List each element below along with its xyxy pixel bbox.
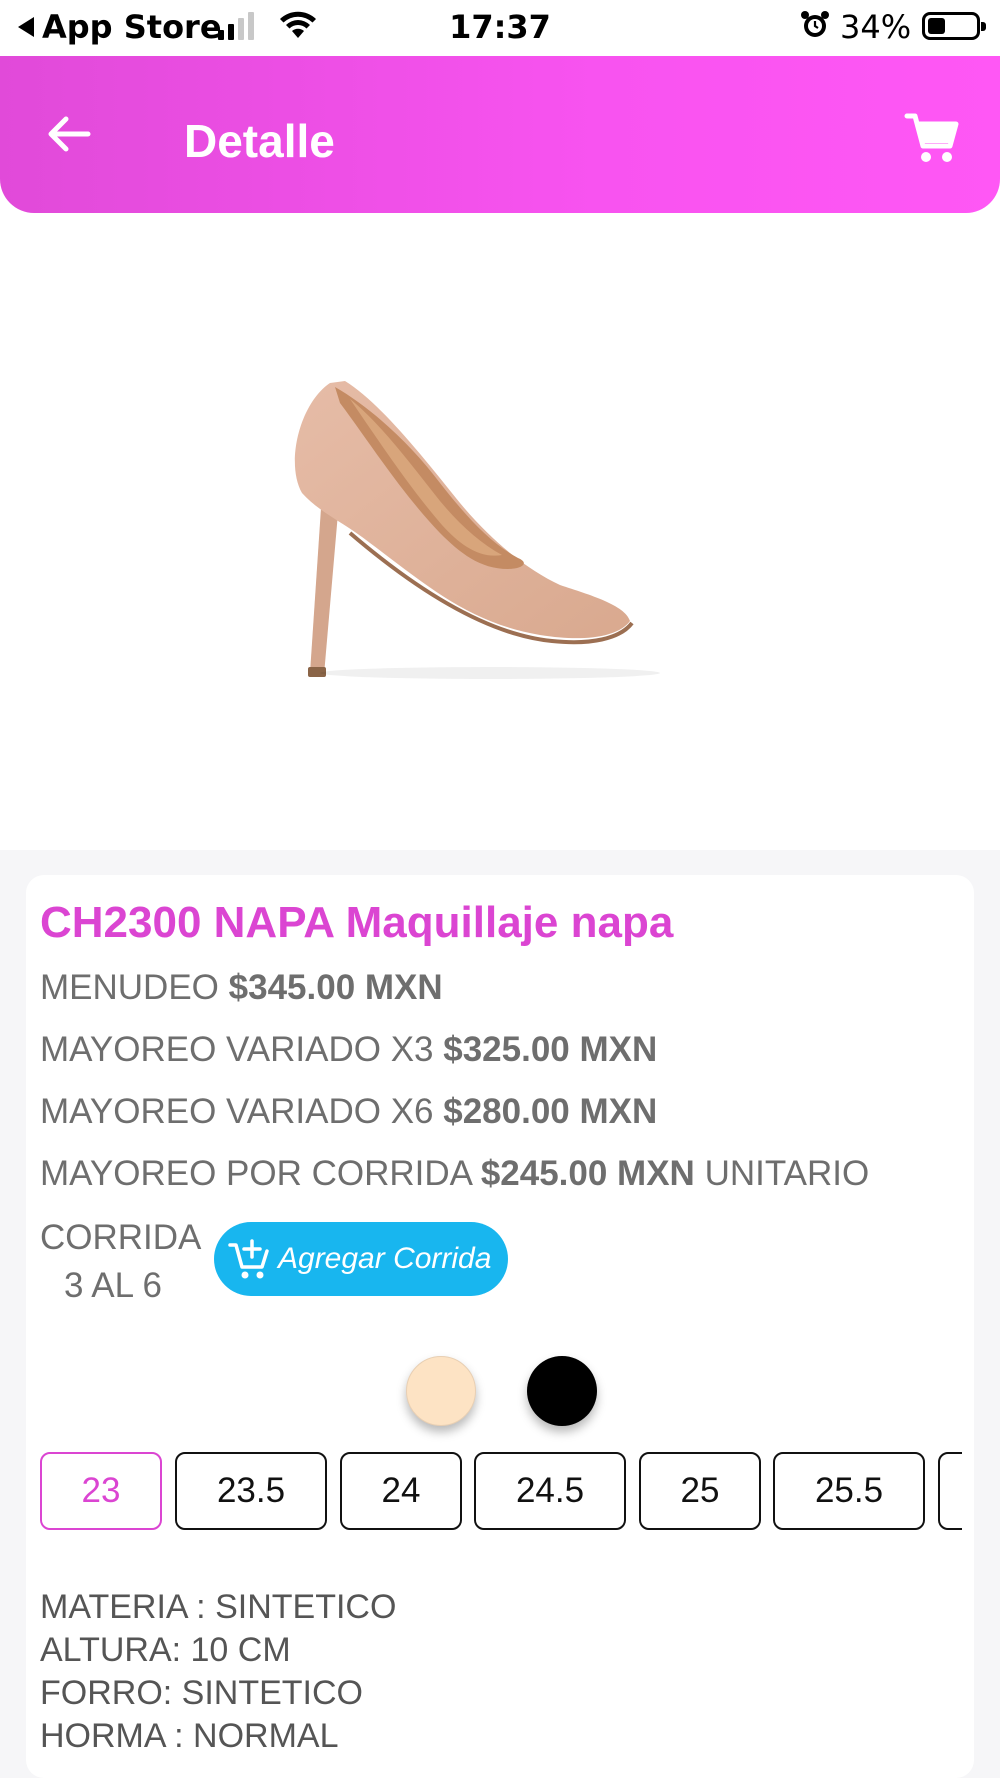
- spec-forro: FORRO: SINTETICO: [40, 1674, 363, 1712]
- price-mayoreo-x3: MAYOREO VARIADO X3 $325.00 MXN: [40, 1030, 658, 1069]
- size-option[interactable]: 25.5: [773, 1452, 925, 1530]
- product-image-area: [0, 213, 1000, 850]
- shopping-cart-icon[interactable]: [904, 110, 960, 166]
- add-corrida-label: Agregar Corrida: [278, 1242, 492, 1275]
- size-option[interactable]: 23: [40, 1452, 162, 1530]
- add-corrida-button[interactable]: Agregar Corrida: [214, 1222, 508, 1296]
- product-title: CH2300 NAPA Maquillaje napa: [40, 898, 674, 947]
- battery-icon: [922, 12, 986, 40]
- size-option[interactable]: 24: [340, 1452, 462, 1530]
- spec-horma: HORMA : NORMAL: [40, 1717, 339, 1755]
- battery-percent: 34%: [840, 8, 912, 46]
- status-bar: App Store 17:37 34%: [0, 0, 1000, 56]
- corrida-label: CORRIDA: [40, 1218, 202, 1257]
- app-bar: Detalle: [0, 56, 1000, 213]
- price-mayoreo-x6: MAYOREO VARIADO X6 $280.00 MXN: [40, 1092, 658, 1131]
- size-option[interactable]: 23.5: [175, 1452, 327, 1530]
- spec-altura: ALTURA: 10 CM: [40, 1631, 291, 1669]
- spec-materia: MATERIA : SINTETICO: [40, 1588, 397, 1626]
- alarm-icon: [801, 11, 829, 37]
- size-option[interactable]: [938, 1452, 962, 1530]
- color-swatch-black[interactable]: [527, 1356, 597, 1426]
- color-swatch-nude[interactable]: [406, 1356, 476, 1426]
- add-to-cart-icon: [228, 1239, 269, 1279]
- corrida-range: 3 AL 6: [64, 1266, 162, 1305]
- page-title: Detalle: [184, 115, 335, 167]
- size-option[interactable]: 24.5: [474, 1452, 626, 1530]
- price-mayoreo-corrida: MAYOREO POR CORRIDA $245.00 MXN UNITARIO: [40, 1154, 870, 1193]
- price-menudeo: MENUDEO $345.00 MXN: [40, 968, 443, 1007]
- product-shoe-image[interactable]: [290, 373, 720, 693]
- size-selector: 23 23.5 24 24.5 25 25.5: [40, 1452, 962, 1532]
- arrow-left-icon[interactable]: [38, 104, 98, 164]
- size-option[interactable]: 25: [639, 1452, 761, 1530]
